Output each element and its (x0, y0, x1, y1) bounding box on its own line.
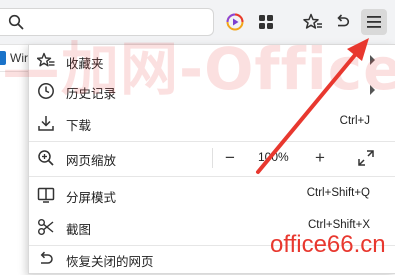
menu-item-zoom: 网页缩放 − 100% + (29, 142, 395, 174)
main-menu-button[interactable] (361, 9, 387, 35)
zoom-divider (212, 148, 213, 168)
menu-item-label: 分屏模式 (66, 191, 117, 205)
search-icon (8, 14, 24, 30)
apps-button[interactable] (253, 9, 279, 35)
menu-item-label: 收藏夹 (66, 57, 104, 71)
zoom-in-button[interactable]: + (309, 147, 331, 169)
undo-icon (337, 14, 350, 27)
favorites-star-icon (303, 13, 322, 29)
download-icon (38, 116, 54, 131)
windows-icon (0, 51, 6, 65)
bookmark-label: Wir (10, 51, 28, 65)
menu-item-label: 恢复关闭的网页 (66, 255, 154, 269)
favorites-button[interactable] (300, 9, 326, 35)
submenu-arrow-icon (370, 55, 375, 65)
media-button[interactable] (222, 9, 248, 35)
favorites-star-icon (37, 52, 55, 67)
shortcut-label: Ctrl+J (339, 115, 370, 127)
submenu-arrow-icon (370, 85, 375, 95)
search-box[interactable] (0, 8, 214, 36)
undo-button[interactable] (329, 9, 355, 35)
menu-item-history[interactable]: 历史记录 (29, 75, 395, 107)
menu-item-favorites[interactable]: 收藏夹 (29, 45, 395, 77)
menu-item-label: 截图 (66, 223, 92, 237)
search-input[interactable] (30, 13, 209, 33)
menu-item-label: 历史记录 (66, 87, 117, 101)
menu-icon (367, 16, 381, 28)
media-icon (226, 13, 244, 31)
zoom-out-button[interactable]: − (219, 147, 241, 169)
scissors-icon (38, 219, 54, 235)
menu-item-split-screen[interactable]: 分屏模式 Ctrl+Shift+Q (29, 179, 395, 211)
menu-item-downloads[interactable]: 下载 Ctrl+J (29, 107, 395, 139)
menu-item-label: 下载 (66, 119, 92, 133)
menu-divider (29, 176, 395, 177)
site-stamp: office66.cn (270, 231, 386, 258)
shortcut-label: Ctrl+Shift+X (308, 219, 370, 231)
bookmark-item[interactable]: Wir (0, 49, 28, 67)
shortcut-label: Ctrl+Shift+Q (306, 187, 370, 199)
apps-grid-icon (259, 15, 273, 29)
browser-toolbar (0, 0, 395, 45)
fullscreen-icon[interactable] (357, 149, 375, 167)
history-clock-icon (38, 83, 54, 99)
zoom-level: 100% (258, 150, 289, 164)
split-screen-icon (37, 187, 55, 203)
menu-item-label: 网页缩放 (66, 154, 117, 168)
zoom-magnifier-icon (38, 150, 54, 166)
restore-arrow-icon (40, 251, 53, 264)
